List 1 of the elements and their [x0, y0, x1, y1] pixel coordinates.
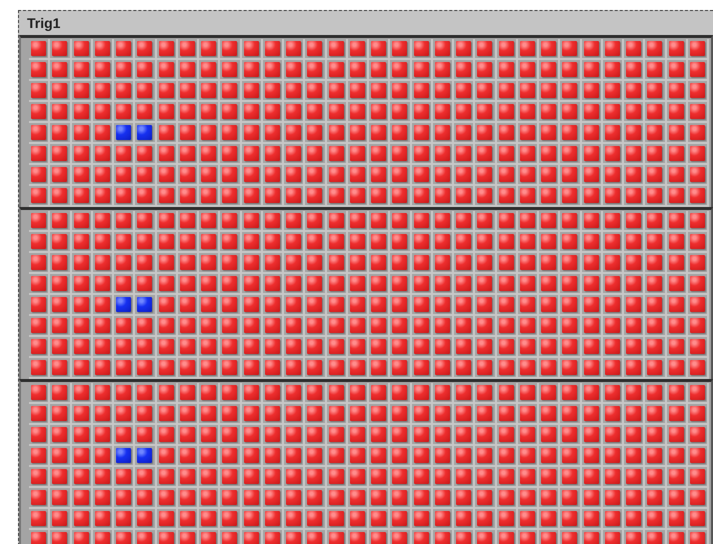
- window-title: Trig1: [27, 15, 60, 31]
